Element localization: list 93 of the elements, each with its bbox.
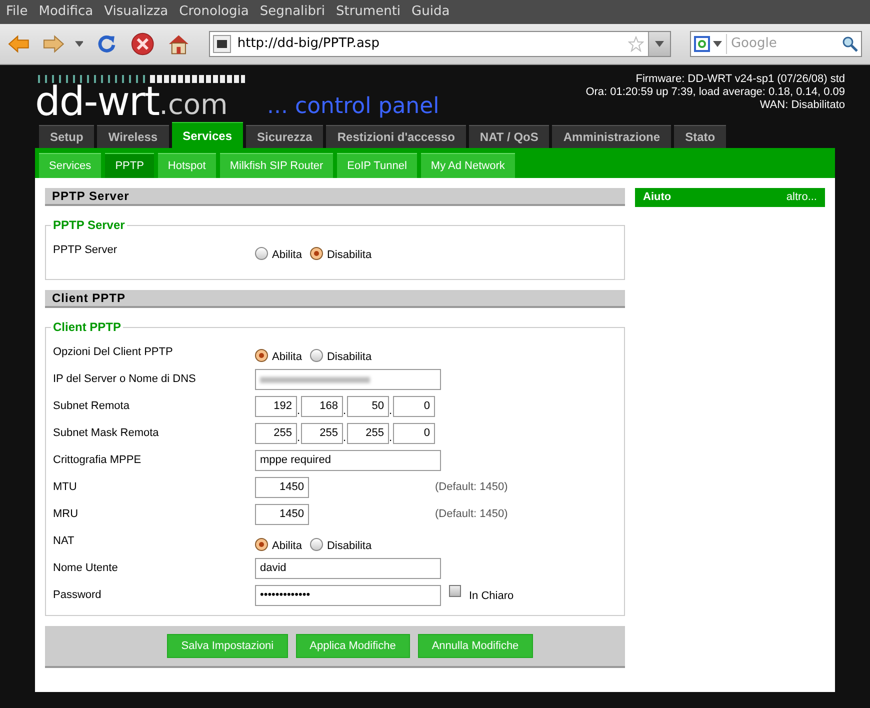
menu-item[interactable]: Visualizza — [104, 2, 168, 22]
dot-separator: . — [343, 433, 347, 444]
main-tab[interactable]: Restizioni d'accesso — [326, 125, 466, 148]
search-input[interactable]: Google — [726, 34, 842, 54]
menu-item[interactable]: Segnalibri — [260, 2, 325, 22]
field-label: PPTP Server — [53, 243, 118, 258]
octet-field[interactable]: 255 — [255, 423, 297, 444]
menu-item[interactable]: Modifica — [38, 2, 94, 22]
radio-label: Disabilita — [326, 248, 372, 263]
address-bar[interactable]: http://dd-big/PPTP.asp — [209, 31, 671, 57]
radio-label: Abilita — [272, 248, 302, 263]
main-tab[interactable]: Amministrazione — [552, 125, 672, 148]
menu-item[interactable]: Guida — [412, 2, 450, 22]
checkbox[interactable] — [449, 585, 461, 597]
history-dropdown[interactable] — [648, 32, 670, 56]
dot-separator: . — [297, 433, 301, 444]
home-icon[interactable] — [168, 33, 190, 55]
star-icon[interactable] — [628, 36, 644, 52]
field-label: NAT — [53, 534, 76, 549]
field-label: Nome Utente — [53, 561, 119, 576]
help-title: Aiuto — [643, 190, 672, 206]
text-field[interactable]: mppe required — [255, 450, 441, 471]
status-info: Ora: 01:20:59 up 7:39, load average: 0.18, 0.14, 0.09 — [586, 86, 845, 99]
radio-label: Abilita — [272, 539, 302, 554]
text-field[interactable]: david — [255, 558, 441, 579]
field-label: Crittografia MPPE — [53, 453, 142, 468]
checkbox-label: In Chiaro — [469, 589, 514, 604]
radio-button[interactable] — [310, 246, 323, 260]
radio-button[interactable] — [255, 348, 268, 362]
octet-field[interactable]: 255 — [301, 423, 343, 444]
more-link[interactable]: altro... — [786, 189, 817, 206]
status-info: Firmware: DD-WRT v24-sp1 (07/26/08) std — [636, 73, 845, 86]
search-engine-icon[interactable] — [694, 36, 710, 52]
field-label: IP del Server o Nome di DNS — [53, 372, 197, 387]
menu-item[interactable]: Strumenti — [336, 2, 401, 22]
search-icon[interactable] — [842, 36, 858, 52]
server-field[interactable] — [255, 369, 441, 390]
main-tab[interactable]: Setup — [39, 125, 94, 148]
section-header: Client PPTP — [45, 290, 625, 308]
group-legend: PPTP Server — [51, 216, 127, 234]
status-info: WAN: Disabilitato — [760, 99, 845, 112]
logo: dd-wrt — [35, 82, 160, 122]
dot-separator: . — [389, 406, 393, 417]
back-icon[interactable] — [8, 35, 30, 53]
section-header: PPTP Server — [45, 188, 625, 206]
search-field[interactable]: Google — [690, 31, 862, 57]
number-field[interactable]: 1450 — [255, 477, 309, 498]
radio-label: Disabilita — [326, 350, 372, 365]
group-legend: Client PPTP — [51, 318, 124, 336]
field-label: Subnet Remota — [53, 399, 130, 414]
password-field[interactable]: ••••••••••••• — [255, 585, 441, 606]
field-label: Opzioni Del Client PPTP — [53, 345, 174, 360]
sub-tab[interactable]: PPTP — [105, 153, 154, 178]
dropdown-icon — [654, 41, 664, 47]
field-label: Password — [53, 588, 102, 603]
octet-field[interactable]: 192 — [255, 396, 297, 417]
field-label: MTU — [53, 480, 78, 495]
reload-icon[interactable] — [97, 34, 117, 54]
radio-label: Disabilita — [326, 539, 372, 554]
subtitle: ... control panel — [267, 96, 440, 118]
field-label: Subnet Mask Remota — [53, 426, 160, 441]
dropdown-icon[interactable] — [712, 41, 722, 47]
main-tab[interactable]: Sicurezza — [246, 125, 324, 148]
radio-button[interactable] — [310, 538, 323, 551]
menu-item[interactable]: Cronologia — [179, 2, 249, 22]
menu-item[interactable]: File — [6, 2, 28, 22]
stop-icon[interactable] — [130, 32, 154, 56]
dot-separator: . — [297, 406, 301, 417]
octet-field[interactable]: 255 — [347, 423, 389, 444]
radio-button[interactable] — [310, 348, 323, 362]
main-tab[interactable]: NAT / QoS — [468, 125, 550, 148]
radio-button[interactable] — [255, 538, 268, 551]
octet-field[interactable]: 50 — [347, 396, 389, 417]
logo-suffix: .com — [159, 91, 228, 119]
logo-bars-icon — [35, 74, 245, 84]
url-text: http://dd-big/PPTP.asp — [237, 35, 380, 54]
dot-separator: . — [389, 433, 393, 444]
main-tab[interactable]: Wireless — [97, 125, 169, 148]
main-tab[interactable]: Stato — [674, 125, 726, 148]
site-icon — [213, 35, 232, 53]
number-field[interactable]: 1450 — [255, 504, 309, 525]
field-label: MRU — [53, 507, 80, 522]
octet-field[interactable]: 168 — [301, 396, 343, 417]
default-hint: (Default: 1450) — [435, 507, 508, 522]
dropdown-icon[interactable] — [74, 41, 84, 47]
octet-field[interactable]: 0 — [393, 423, 435, 444]
default-hint: (Default: 1450) — [435, 480, 508, 496]
forward-icon[interactable] — [43, 35, 65, 53]
dot-separator: . — [343, 406, 347, 417]
octet-field[interactable]: 0 — [393, 396, 435, 417]
radio-button[interactable] — [255, 246, 268, 260]
main-tab[interactable]: Services — [172, 122, 243, 148]
radio-label: Abilita — [272, 350, 302, 365]
